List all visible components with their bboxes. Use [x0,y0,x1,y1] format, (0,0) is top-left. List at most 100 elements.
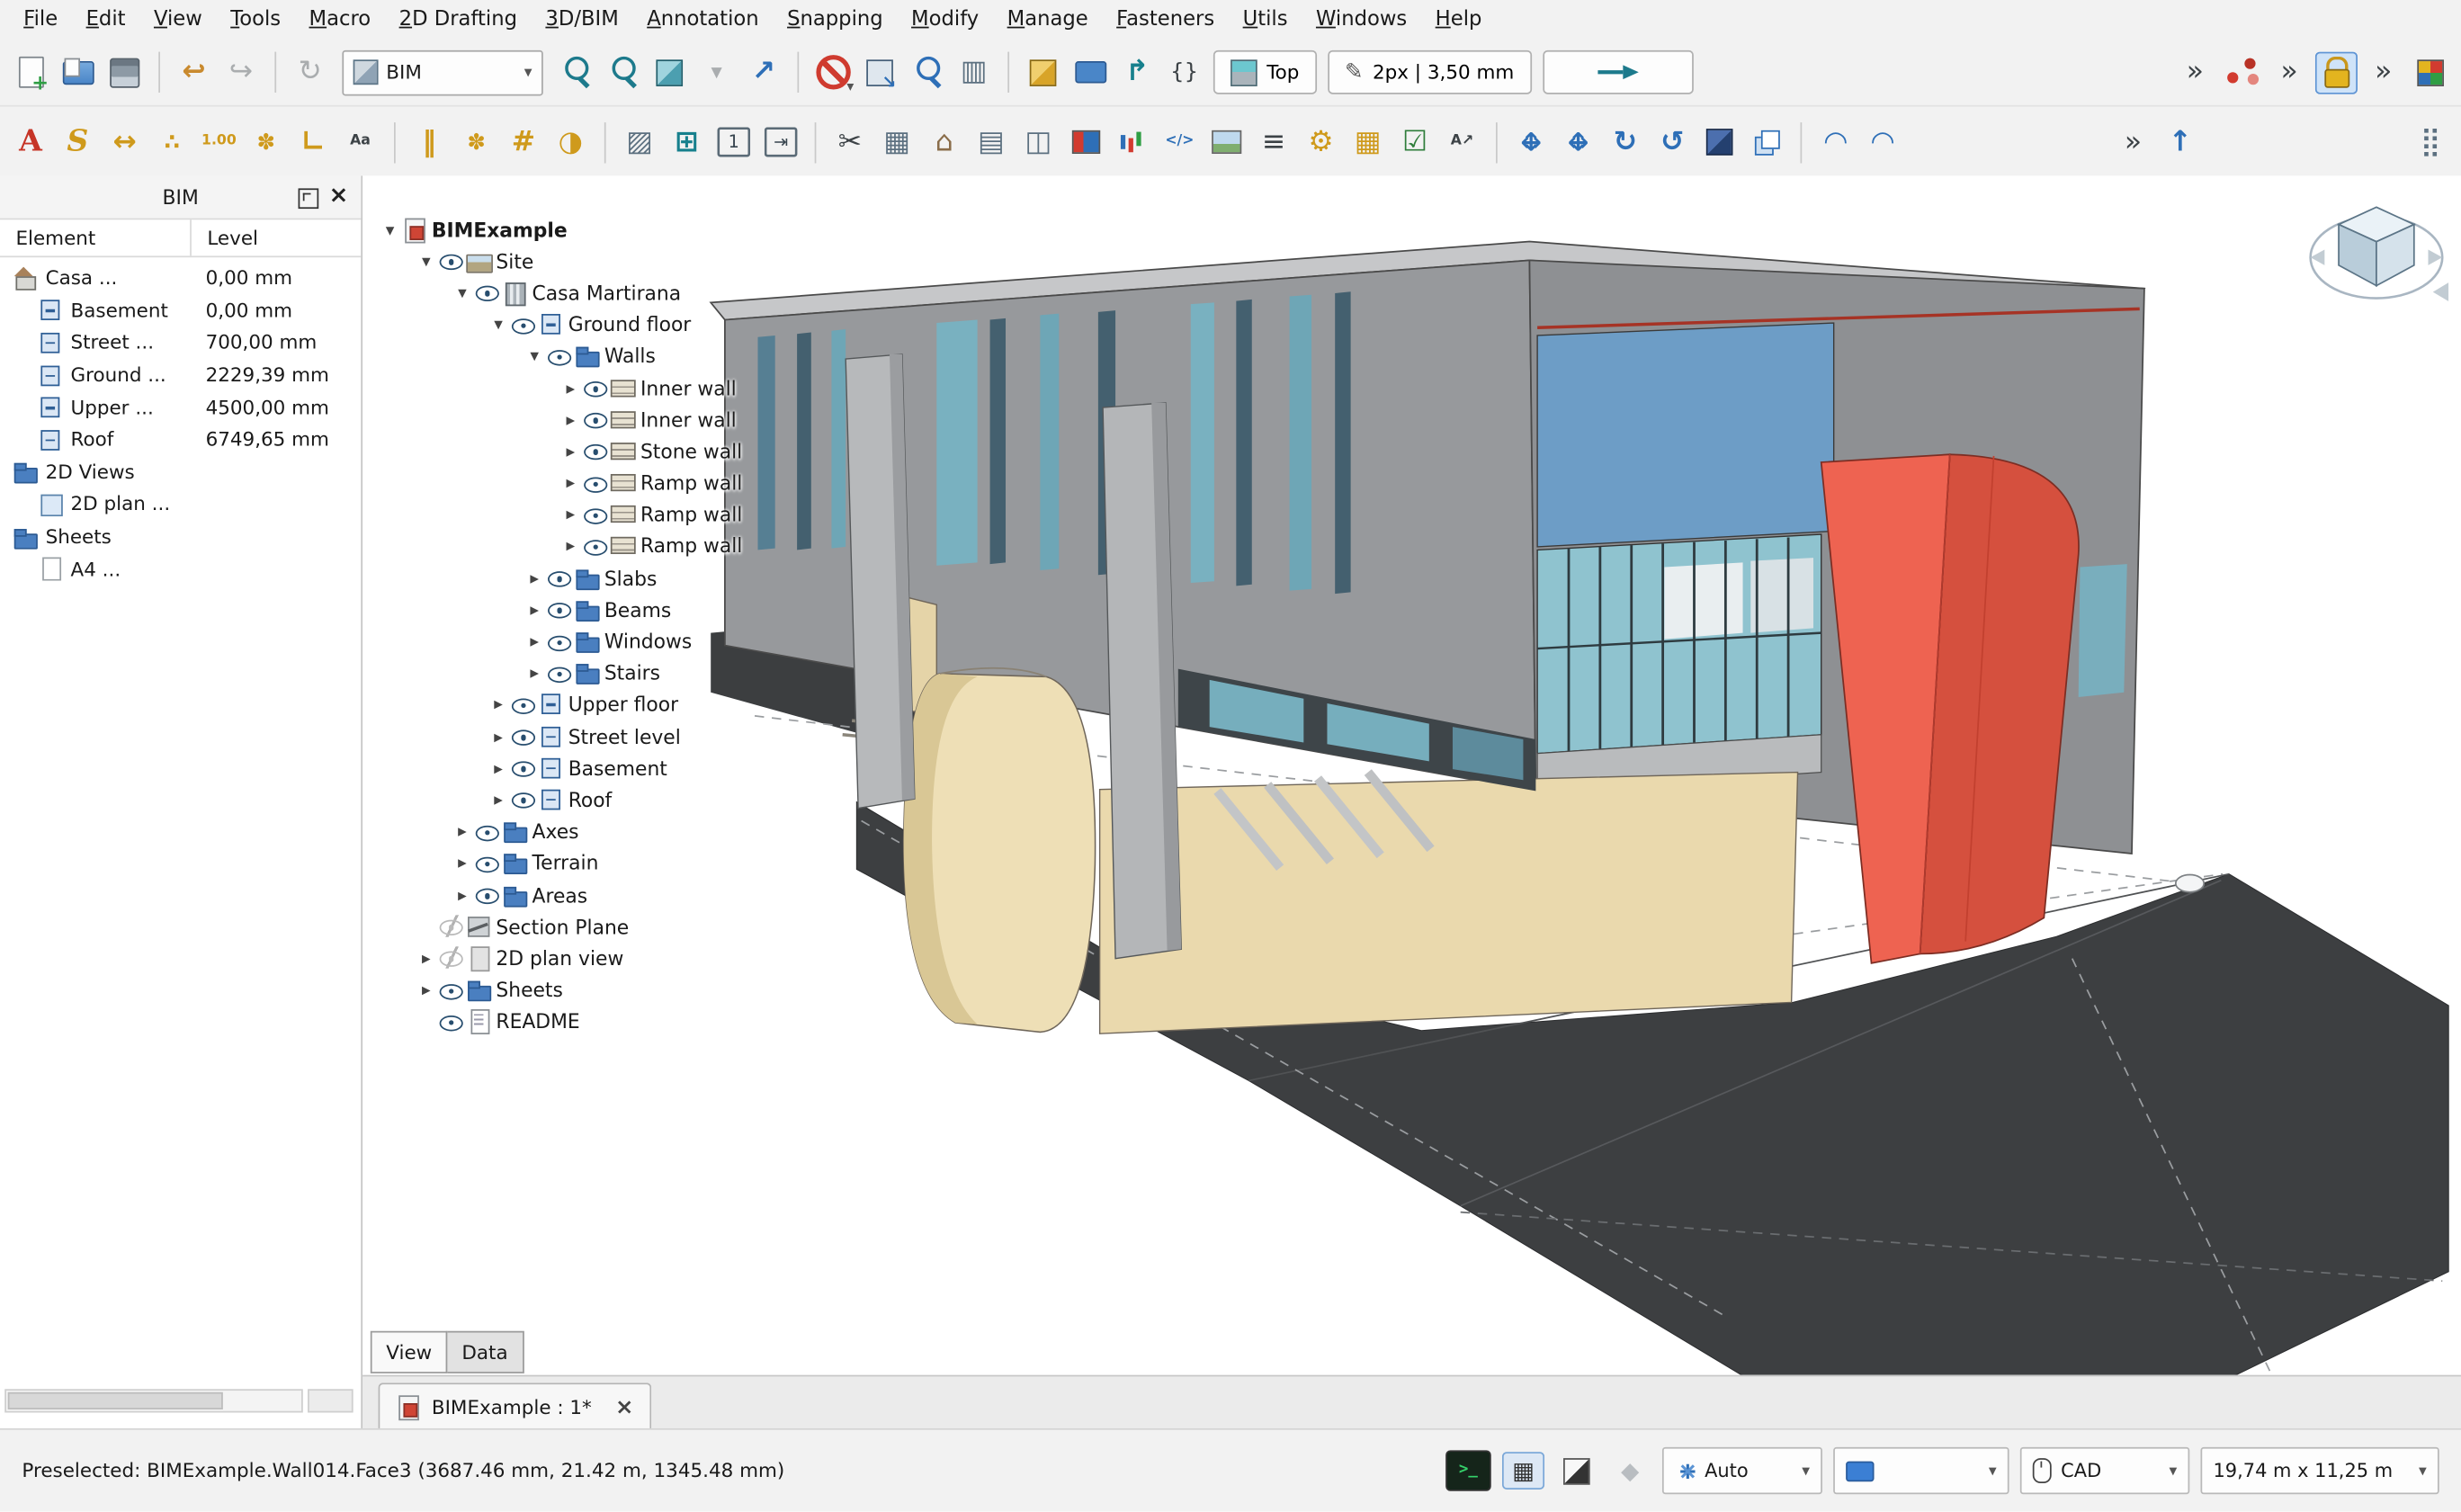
expander-open-icon[interactable]: ▾ [379,219,402,240]
expander-closed-icon[interactable]: ▸ [487,757,510,778]
spreadsheet-icon[interactable]: ▦ [1347,121,1389,163]
snap-marker-icon[interactable]: ◆ [1609,1452,1651,1490]
menu-utils[interactable]: Utils [1229,4,1302,34]
depth-view-icon[interactable]: ⇥ [765,127,798,157]
reference-icon[interactable] [1064,121,1106,163]
bim-item-2d-views[interactable]: 2D Views [0,456,361,488]
move-icon[interactable] [1510,121,1553,163]
visibility-eye-icon[interactable] [582,504,610,525]
save-document-icon[interactable] [103,51,146,94]
bim-item-casa[interactable]: Casa ...0,00 mm [0,262,361,294]
menu-windows[interactable]: Windows [1302,4,1421,34]
tab-view[interactable]: View [371,1331,448,1373]
bim-item-upper[interactable]: Upper ...4500,00 mm [0,391,361,424]
tree-item-slabs[interactable]: ▸Slabs [372,562,743,594]
visibility-eye-icon[interactable] [582,440,610,461]
redo-icon[interactable]: ↪ [219,51,262,94]
tree-item-windows[interactable]: ▸Windows [372,625,743,657]
tree-item-terrain[interactable]: ▸Terrain [372,847,743,879]
tree-item-roof[interactable]: ▸Roof [372,783,743,815]
visibility-eye-icon[interactable] [546,631,574,652]
view-options-icon[interactable]: ▾ [695,51,738,94]
dimension-style-icon[interactable]: 1.00 [198,121,240,163]
draft-array-icon[interactable]: ✽ [245,121,287,163]
navigation-cube[interactable] [2304,185,2449,314]
menu-macro[interactable]: Macro [295,4,385,34]
visibility-eye-icon[interactable] [582,377,610,398]
menu-fasteners[interactable]: Fasteners [1102,4,1228,34]
swatch-dropdown[interactable]: ▾ [1833,1447,2009,1494]
scrollbar-grip[interactable] [308,1389,353,1412]
open-document-icon[interactable] [57,51,99,94]
bim-building-icon[interactable]: ▤ [970,121,1012,163]
bim-project-icon[interactable]: ⌂ [923,121,965,163]
rotate-icon[interactable]: ↻ [1604,121,1646,163]
visibility-eye-icon[interactable] [438,250,466,272]
bim-item-2d-plan[interactable]: 2D plan ... [0,488,361,521]
expression-icon[interactable]: {} [1163,51,1205,94]
visibility-eye-icon[interactable] [438,947,466,969]
expander-closed-icon[interactable]: ▸ [415,980,438,1000]
visibility-eye-icon[interactable] [582,408,610,430]
menu-tools[interactable]: Tools [217,4,295,34]
expander-closed-icon[interactable]: ▸ [559,536,582,557]
arch-component-icon[interactable] [1022,51,1064,94]
visibility-eye-icon[interactable] [438,916,466,937]
expander-closed-icon[interactable]: ▸ [523,663,546,684]
visibility-eye-icon[interactable] [546,662,574,684]
tree-item-street-level[interactable]: ▸Street level [372,720,743,752]
arch-section-plane-icon[interactable]: ◑ [550,121,592,163]
layers-icon[interactable]: ≡ [1253,121,1295,163]
tree-item-2d-plan-view[interactable]: ▸2D plan view [372,943,743,974]
expander-closed-icon[interactable]: ▸ [451,884,474,905]
tree-item-stairs[interactable]: ▸Stairs [372,658,743,689]
shape-2d-view-icon[interactable]: 1 [717,127,750,157]
copy-move-icon[interactable] [1557,121,1599,163]
building-3d-model[interactable] [711,242,2448,1375]
tree-item-ramp-wall[interactable]: ▸Ramp wall [372,498,743,530]
menu-2d-drafting[interactable]: 2D Drafting [385,4,532,34]
overflow-3-icon[interactable]: » [2362,51,2404,94]
visibility-eye-icon[interactable] [546,598,574,620]
view-dimensions-dropdown[interactable]: 19,74 m x 11,25 m ▾ [2200,1447,2439,1494]
tree-item-sheets[interactable]: ▸Sheets [372,974,743,1006]
export-icon[interactable]: ↱ [1116,51,1159,94]
expander-closed-icon[interactable]: ▸ [523,599,546,620]
expander-closed-icon[interactable]: ▸ [559,441,582,461]
visibility-eye-icon[interactable] [510,725,538,747]
zoom-selection-icon[interactable] [601,51,643,94]
undo-icon[interactable]: ↩ [173,51,215,94]
scrollbar-thumb[interactable] [8,1392,224,1409]
tree-item-inner-wall[interactable]: ▸Inner wall [372,371,743,403]
menu-view[interactable]: View [139,4,216,34]
appearance-icon[interactable] [2410,51,2452,94]
tree-item-ground-floor[interactable]: ▾Ground floor [372,309,743,340]
tree-item-walls[interactable]: ▾Walls [372,340,743,371]
tree-item-readme[interactable]: README [372,1006,743,1037]
tab-data[interactable]: Data [446,1331,524,1373]
new-document-icon[interactable] [9,51,51,94]
expander-open-icon[interactable]: ▾ [487,314,510,335]
clone-icon[interactable] [1745,121,1787,163]
view-direction-button[interactable]: Top [1213,50,1317,94]
hatch-icon[interactable]: ▨ [619,121,661,163]
visibility-eye-icon[interactable] [546,345,574,367]
axonometric-view-icon[interactable] [649,51,691,94]
overflow-2-icon[interactable]: » [2269,51,2311,94]
expander-closed-icon[interactable]: ▸ [415,948,438,969]
toggle-normal-mode-icon[interactable] [811,51,854,94]
tree-item-areas[interactable]: ▸Areas [372,879,743,910]
document-tab[interactable]: BIMExample : 1* × [379,1382,651,1429]
expander-open-icon[interactable]: ▾ [523,345,546,366]
visibility-eye-icon[interactable] [546,567,574,588]
draft-point-icon[interactable]: ∴ [151,121,193,163]
crosshair-toggle-icon[interactable]: ▦ [1502,1452,1544,1490]
tree-item-casa-martirana[interactable]: ▾Casa Martirana [372,277,743,309]
tree-item-stone-wall[interactable]: ▸Stone wall [372,435,743,467]
visibility-eye-icon[interactable] [510,693,538,715]
menu-help[interactable]: Help [1421,4,1496,34]
draft-arrow-button[interactable] [1543,50,1694,94]
bim-item-street[interactable]: Street ...700,00 mm [0,327,361,359]
draft-label-icon[interactable]: Aa [339,121,381,163]
offset-2d-icon[interactable]: ◠ [1862,121,1904,163]
